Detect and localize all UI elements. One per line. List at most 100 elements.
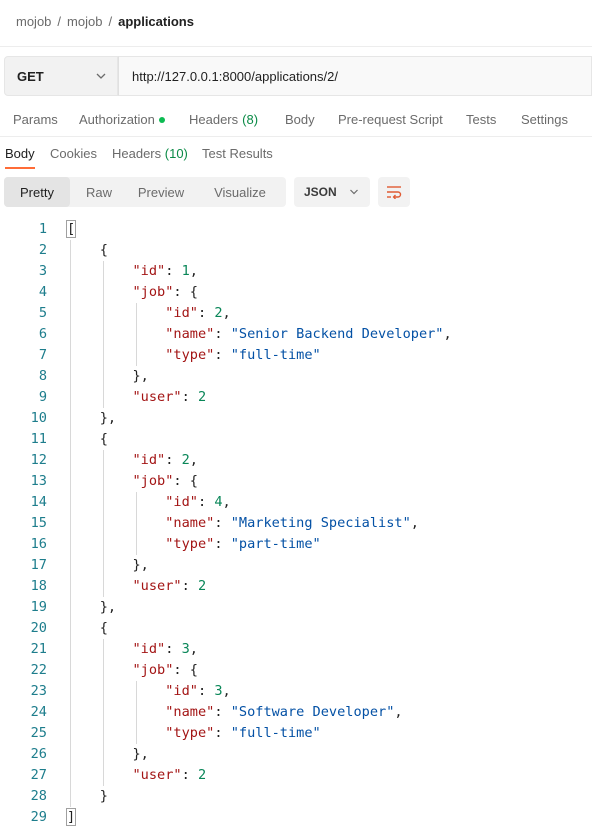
code-text: }, [67,408,116,429]
response-view-toolbar: Pretty Raw Preview Visualize JSON [4,177,410,209]
breadcrumb-collection[interactable]: mojob [67,14,102,29]
json-punctuation: , [222,683,231,699]
line-number: 21 [30,641,47,657]
code-text: "job": { [67,471,197,492]
json-punctuation [67,641,132,657]
code-line: 10 }, [0,408,592,429]
json-punctuation [67,263,132,279]
code-line: 19 }, [0,597,592,618]
json-punctuation: : { [173,662,198,678]
code-text: } [67,786,108,807]
code-line: 11 { [0,429,592,450]
view-preview-button[interactable]: Preview [128,177,194,207]
code-line: 29] [0,807,592,828]
code-line: 25 "type": "full-time" [0,723,592,744]
line-number: 13 [30,473,47,489]
code-text: "id": 4, [67,492,231,513]
json-key: "id" [165,305,198,321]
breadcrumb-separator: / [108,14,113,29]
format-select[interactable]: JSON [294,177,370,207]
method-label: GET [17,68,44,84]
json-key: "id" [132,263,166,279]
code-line: 28 } [0,786,592,807]
active-tab-indicator [5,167,35,169]
tab-headers-count: (8) [242,112,259,127]
line-number: 23 [30,683,47,699]
json-punctuation [67,305,165,321]
json-punctuation: : [165,641,182,657]
line-number: 11 [30,431,47,447]
json-punctuation [67,767,132,783]
line-number: 28 [30,788,47,804]
code-text: { [67,429,108,450]
response-tab-headers[interactable]: Headers (10) [112,146,188,161]
json-punctuation: : [181,578,198,594]
tab-pre-request-script[interactable]: Pre-request Script [338,112,443,127]
tab-settings[interactable]: Settings [521,112,568,127]
code-text: "id": 2, [67,303,231,324]
line-number: 15 [30,515,47,531]
breadcrumb-request[interactable]: applications [118,14,194,29]
breadcrumb-workspace[interactable]: mojob [16,14,51,29]
line-number: 25 [30,725,47,741]
json-punctuation [67,578,132,594]
url-input[interactable]: http://127.0.0.1:8000/applications/2/ [118,56,592,96]
json-punctuation: : { [173,284,198,300]
tab-authorization[interactable]: Authorization [79,112,165,127]
code-line: 2 { [0,240,592,261]
line-number: 27 [30,767,47,783]
tab-body[interactable]: Body [285,112,315,127]
json-punctuation: { [67,431,108,447]
json-key: "user" [132,389,182,405]
json-string: "Software Developer" [230,704,395,720]
json-punctuation: , [443,326,452,342]
indent-guide [135,303,137,366]
response-tab-cookies[interactable]: Cookies [50,146,97,161]
code-text: { [67,618,108,639]
code-text: "id": 3, [67,681,231,702]
response-tab-test-results[interactable]: Test Results [202,146,273,161]
format-label: JSON [304,185,337,199]
json-string: "Marketing Specialist" [230,515,411,531]
json-punctuation [67,326,165,342]
json-punctuation [67,389,132,405]
wrap-lines-button[interactable] [378,177,410,207]
line-number: 9 [38,389,47,405]
method-select[interactable]: GET [4,56,118,96]
request-bar: GET http://127.0.0.1:8000/applications/2… [4,56,592,96]
view-raw-button[interactable]: Raw [70,177,128,207]
code-line: 24 "name": "Software Developer", [0,702,592,723]
code-text: }, [67,555,148,576]
line-number: 14 [30,494,47,510]
tab-params[interactable]: Params [13,112,58,127]
line-number: 12 [30,452,47,468]
response-tab-body[interactable]: Body [5,146,35,161]
json-key: "job" [132,284,174,300]
code-line: 12 "id": 2, [0,450,592,471]
json-punctuation: , [189,452,198,468]
json-punctuation: : [214,326,231,342]
line-number: 26 [30,746,47,762]
json-string: "Senior Backend Developer" [230,326,444,342]
tab-tests[interactable]: Tests [466,112,496,127]
url-text: http://127.0.0.1:8000/applications/2/ [132,68,338,84]
code-text: "name": "Marketing Specialist", [67,513,419,534]
json-punctuation [67,284,132,300]
json-key: "type" [165,347,215,363]
json-punctuation: : [214,515,231,531]
json-number: 2 [197,767,207,783]
code-line: 4 "job": { [0,282,592,303]
json-punctuation: : [181,767,198,783]
json-punctuation [67,536,165,552]
line-number: 18 [30,578,47,594]
response-tab-headers-label: Headers [112,146,162,161]
json-punctuation: , [222,494,231,510]
view-pretty-button[interactable]: Pretty [4,177,70,207]
tab-headers[interactable]: Headers (8) [189,112,258,127]
json-punctuation: , [410,515,419,531]
json-punctuation: { [67,242,108,258]
line-number: 3 [38,263,47,279]
json-punctuation: , [394,704,403,720]
line-number: 6 [38,326,47,342]
view-visualize-button[interactable]: Visualize [194,177,286,207]
